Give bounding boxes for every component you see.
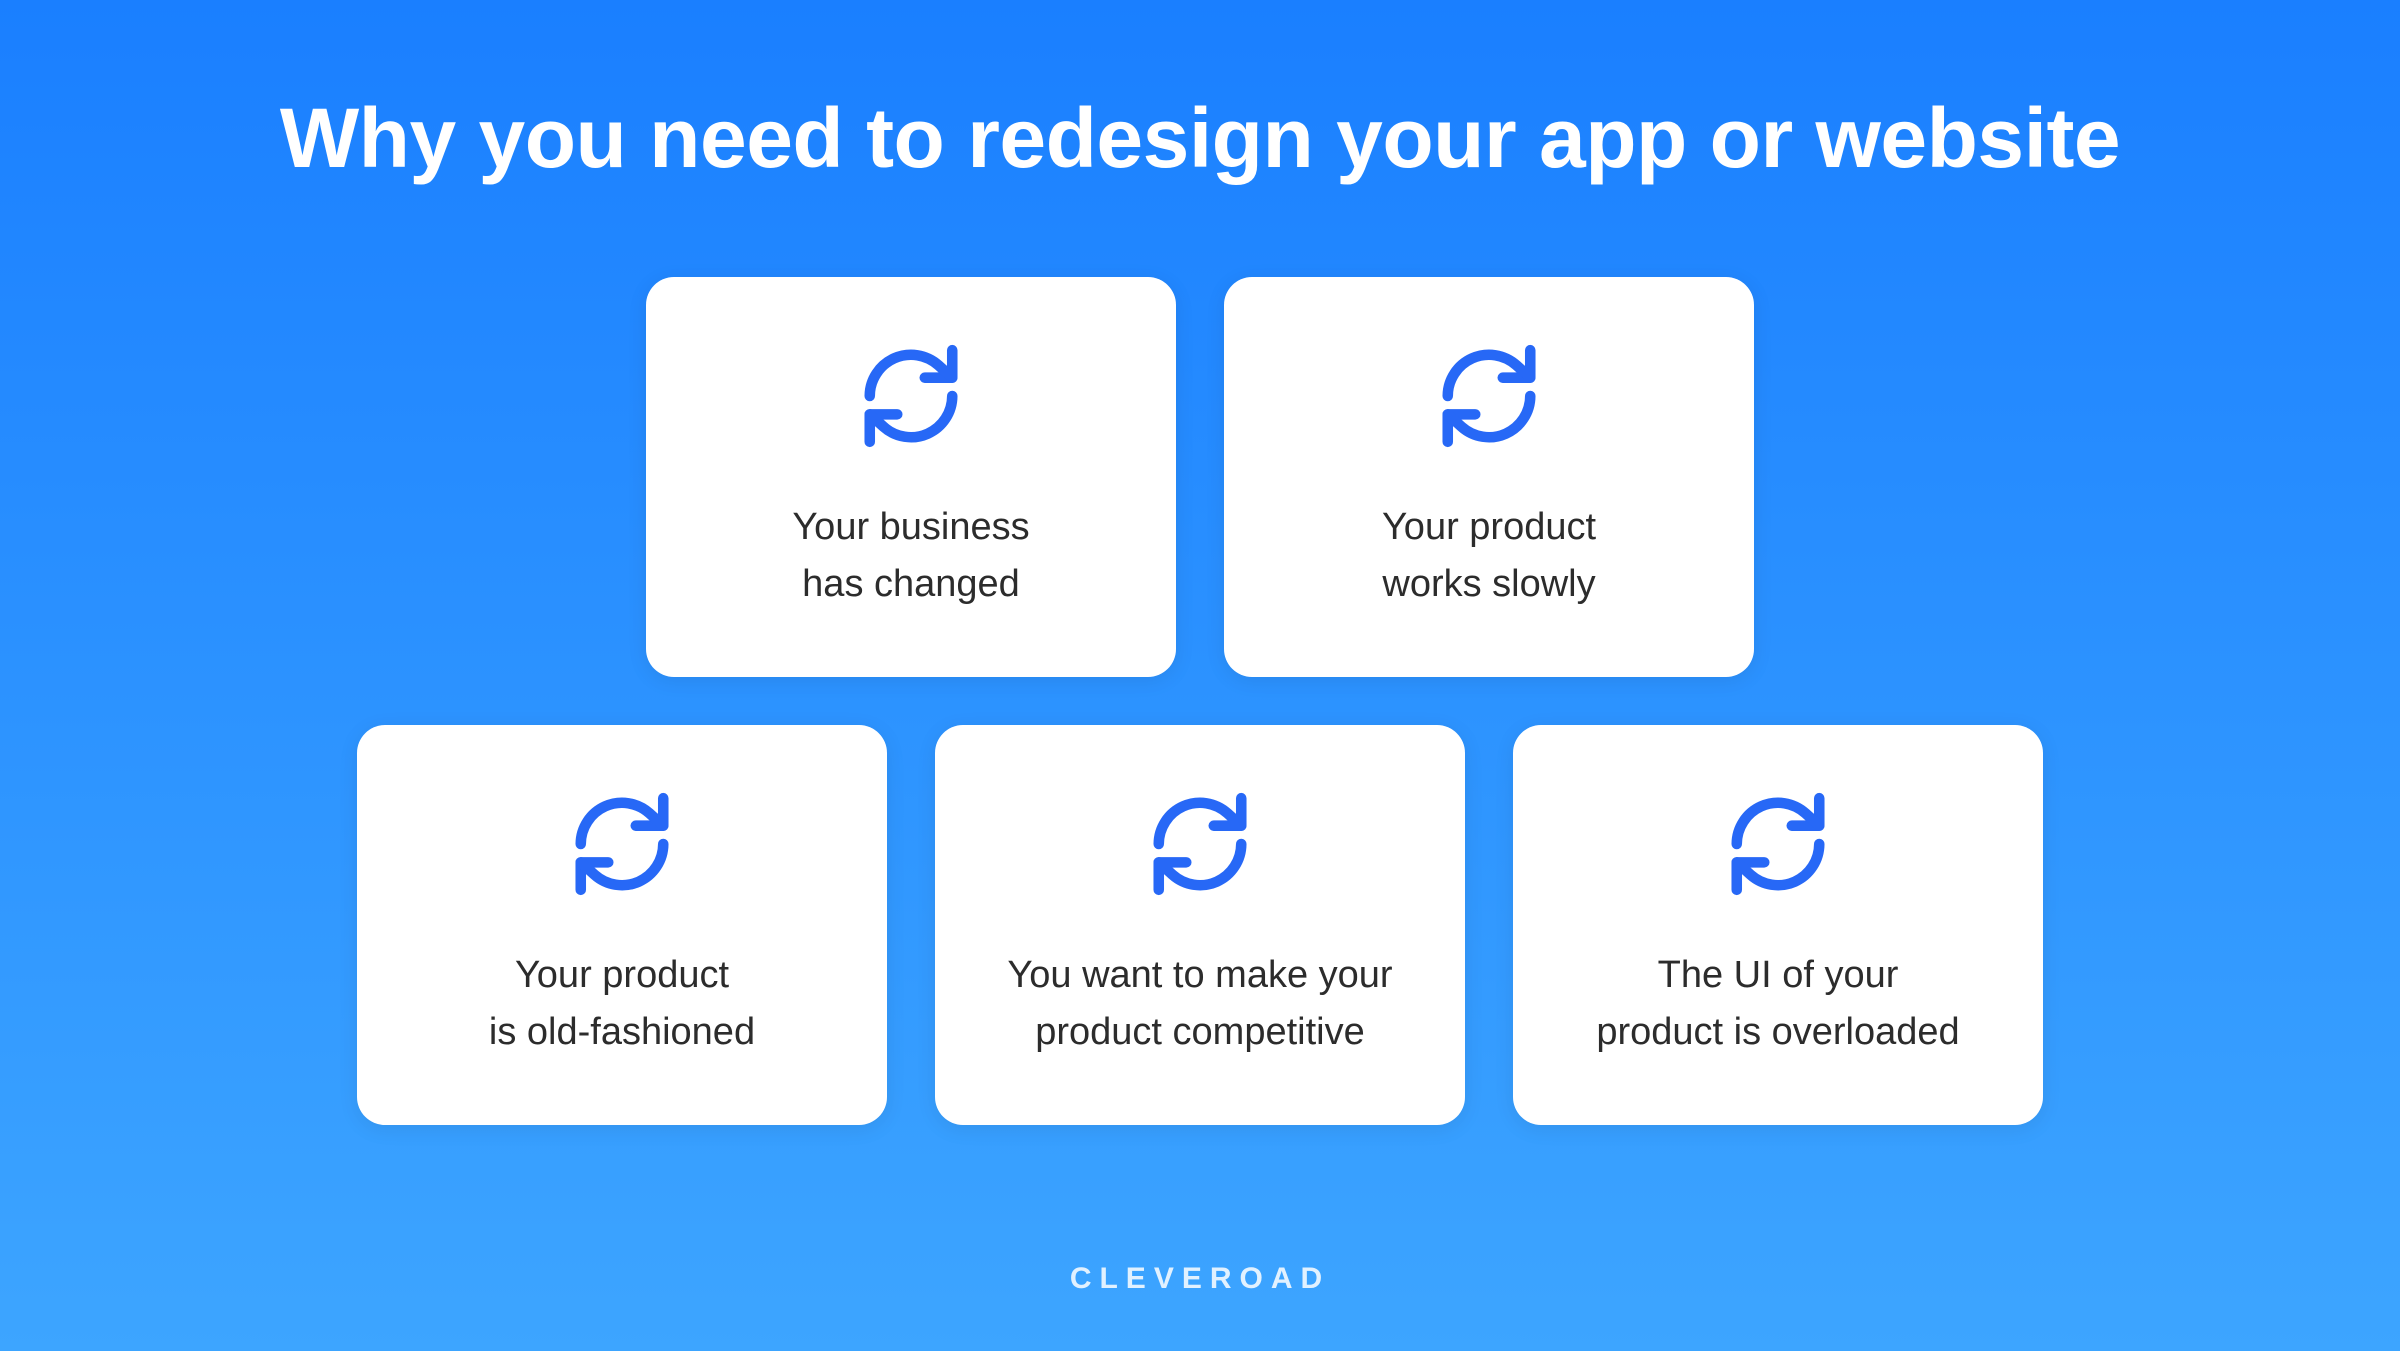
card-line2: product is overloaded <box>1596 1011 1959 1053</box>
card-text: You want to make your product competitiv… <box>1007 947 1392 1061</box>
card-line1: Your product <box>1382 506 1596 548</box>
card-line2: product competitive <box>1035 1011 1365 1053</box>
card-ui-overloaded: The UI of your product is overloaded <box>1513 725 2043 1125</box>
cards-container: Your business has changed Your product w… <box>357 277 2043 1125</box>
card-text: Your product works slowly <box>1382 499 1596 613</box>
footer-logo: CLEVEROAD <box>1070 1262 1330 1296</box>
card-line2: is old-fashioned <box>489 1011 755 1053</box>
card-text: Your business has changed <box>792 499 1029 613</box>
page-title: Why you need to redesign your app or web… <box>280 90 2120 187</box>
card-old-fashioned: Your product is old-fashioned <box>357 725 887 1125</box>
card-line2: works slowly <box>1382 563 1595 605</box>
cards-row-2: Your product is old-fashioned You want t… <box>357 725 2043 1125</box>
refresh-icon <box>1434 341 1544 451</box>
card-line1: The UI of your <box>1658 954 1899 996</box>
card-line2: has changed <box>802 563 1020 605</box>
card-business-changed: Your business has changed <box>646 277 1176 677</box>
refresh-icon <box>1723 789 1833 899</box>
cards-row-1: Your business has changed Your product w… <box>646 277 1754 677</box>
refresh-icon <box>567 789 677 899</box>
card-product-slow: Your product works slowly <box>1224 277 1754 677</box>
card-competitive: You want to make your product competitiv… <box>935 725 1465 1125</box>
refresh-icon <box>856 341 966 451</box>
card-line1: You want to make your <box>1007 954 1392 996</box>
card-line1: Your product <box>515 954 729 996</box>
card-text: Your product is old-fashioned <box>489 947 755 1061</box>
card-text: The UI of your product is overloaded <box>1596 947 1959 1061</box>
card-line1: Your business <box>792 506 1029 548</box>
refresh-icon <box>1145 789 1255 899</box>
